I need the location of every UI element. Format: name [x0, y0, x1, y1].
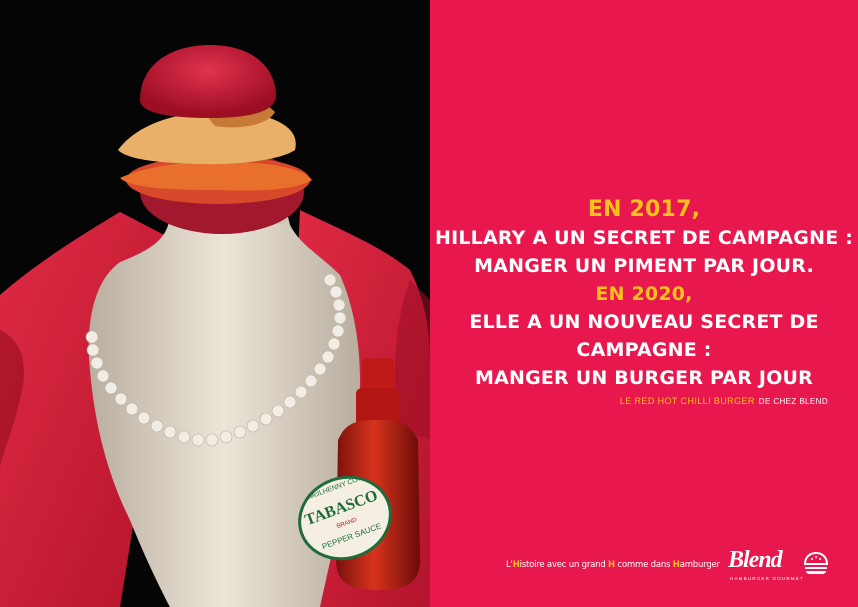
blend-logo: Blend HAMBURGER GOURMET: [728, 547, 838, 587]
photo-panel: McILHENNY CO. TABASCO BRAND PEPPER SAUCE: [0, 0, 430, 607]
headline-line-3: ELLE A UN NOUVEAU SECRET DE CAMPAGNE :: [469, 311, 819, 361]
headline: EN 2017, HILLARY A UN SECRET DE CAMPAGNE…: [430, 196, 858, 392]
headline-year-1: EN 2017,: [587, 197, 701, 222]
tagline-h-2: H: [608, 560, 615, 570]
headline-year-2: EN 2020,: [595, 283, 693, 305]
product-name: LE RED HOT CHILLI BURGER: [619, 396, 755, 406]
tagline: L'Histoire avec un grand H comme dans Ha…: [506, 560, 720, 570]
logo-brand: Blend: [728, 547, 783, 573]
tagline-part-3: comme dans: [614, 560, 673, 570]
copy-panel: EN 2017, HILLARY A UN SECRET DE CAMPAGNE…: [430, 0, 858, 607]
tagline-part-1: L': [506, 560, 513, 570]
tagline-h-3: H: [672, 560, 680, 570]
mannequin-photo: McILHENNY CO. TABASCO BRAND PEPPER SAUCE: [0, 0, 430, 607]
product-maker: DE CHEZ BLEND: [758, 397, 828, 406]
logo-subtitle: HAMBURGER GOURMET: [730, 576, 804, 581]
product-line: LE RED HOT CHILLI BURGER DE CHEZ BLEND: [620, 396, 828, 406]
tagline-h-1: H: [512, 560, 520, 570]
headline-line-4: MANGER UN BURGER PAR JOUR: [474, 367, 814, 389]
ad-page: McILHENNY CO. TABASCO BRAND PEPPER SAUCE…: [0, 0, 858, 607]
burger-icon: [803, 551, 829, 574]
headline-line-2: MANGER UN PIMENT PAR JOUR.: [474, 255, 814, 277]
headline-line-1: HILLARY A UN SECRET DE CAMPAGNE :: [434, 227, 853, 249]
tagline-part-4: amburger: [679, 560, 720, 570]
tagline-part-2: istoire avec un grand: [519, 560, 609, 570]
